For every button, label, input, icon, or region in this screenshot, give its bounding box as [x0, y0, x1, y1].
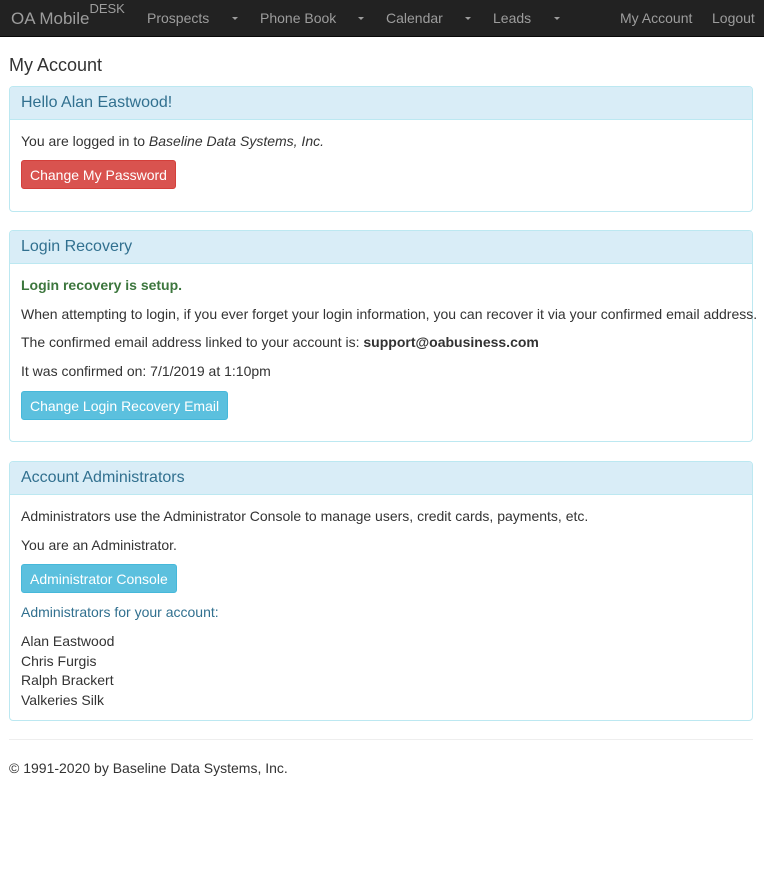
- top-navbar: OA MobileDESK Prospects Phone Book Calen…: [0, 0, 764, 37]
- admins-description: Administrators use the Administrator Con…: [21, 508, 589, 524]
- panel-heading: Hello Alan Eastwood!: [10, 87, 752, 120]
- brand-name: OA Mobile: [11, 9, 90, 28]
- brand-logo[interactable]: OA MobileDESK: [11, 0, 125, 37]
- administrator-console-button[interactable]: Administrator Console: [21, 564, 177, 593]
- footer-copyright: © 1991-2020 by Baseline Data Systems, In…: [9, 760, 288, 776]
- confirmed-email-line: The confirmed email address linked to yo…: [21, 334, 539, 350]
- recovery-status: Login recovery is setup.: [21, 277, 183, 293]
- confirmed-on-text: It was confirmed on: 7/1/2019 at 1:10pm: [21, 363, 271, 379]
- email-prefix: The confirmed email address linked to yo…: [21, 334, 364, 350]
- confirmed-email: support@oabusiness.com: [363, 334, 539, 350]
- logged-in-prefix: You are logged in to: [21, 133, 149, 149]
- admin-role-note: You are an Administrator.: [21, 537, 177, 553]
- admins-list-label: Administrators for your account:: [21, 604, 219, 620]
- brand-superscript: DESK: [89, 1, 125, 16]
- hello-panel: Hello Alan Eastwood! You are logged in t…: [9, 86, 753, 212]
- nav-menu-leads[interactable]: Leads: [493, 0, 531, 37]
- panel-heading: Login Recovery: [10, 231, 752, 264]
- admins-list: Alan Eastwood Chris Furgis Ralph Bracker…: [21, 632, 114, 710]
- caret-down-icon[interactable]: [465, 17, 471, 20]
- list-item: Alan Eastwood: [21, 633, 115, 649]
- nav-link-logout[interactable]: Logout: [712, 0, 755, 37]
- caret-down-icon[interactable]: [554, 17, 560, 20]
- login-recovery-panel: Login Recovery Login recovery is setup. …: [9, 230, 757, 442]
- change-password-button[interactable]: Change My Password: [21, 160, 176, 189]
- change-recovery-email-button[interactable]: Change Login Recovery Email: [21, 391, 229, 420]
- nav-menu-prospects[interactable]: Prospects: [147, 0, 209, 37]
- caret-down-icon[interactable]: [232, 17, 238, 20]
- list-item: Ralph Brackert: [21, 672, 114, 688]
- logged-in-text: You are logged in to Baseline Data Syste…: [21, 133, 324, 149]
- nav-menu-calendar[interactable]: Calendar: [386, 0, 443, 37]
- footer-divider: [9, 739, 753, 740]
- account-administrators-panel: Account Administrators Administrators us…: [9, 461, 753, 721]
- list-item: Valkeries Silk: [21, 691, 104, 708]
- recovery-description: When attempting to login, if you ever fo…: [21, 306, 758, 322]
- page-title: My Account: [9, 55, 103, 75]
- caret-down-icon[interactable]: [358, 17, 364, 20]
- list-item: Chris Furgis: [21, 652, 97, 669]
- company-name: Baseline Data Systems, Inc.: [148, 133, 324, 149]
- panel-heading: Account Administrators: [10, 462, 752, 495]
- nav-menu-phone-book[interactable]: Phone Book: [260, 0, 336, 37]
- nav-link-my-account[interactable]: My Account: [620, 0, 692, 37]
